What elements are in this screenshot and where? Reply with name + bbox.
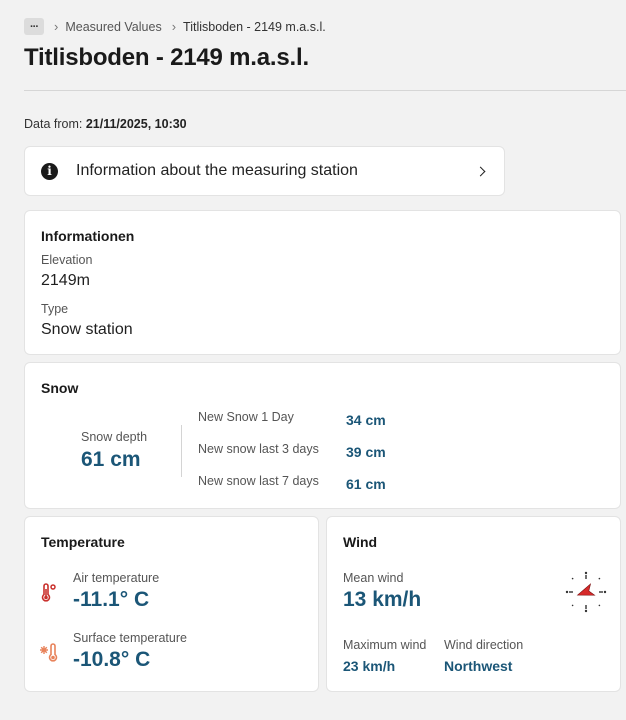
station-info-button[interactable]: i Information about the measuring statio… [24, 146, 505, 196]
chevron-right-icon: › [171, 19, 177, 34]
snow-depth-value: 61 cm [81, 448, 141, 471]
new-snow-1-day-value: 34 cm [346, 412, 386, 428]
temperature-title: Temperature [41, 534, 125, 550]
surface-temperature-label: Surface temperature [73, 631, 187, 645]
chevron-right-icon [475, 166, 486, 176]
station-info-label: Information about the measuring station [76, 162, 358, 179]
breadcrumb-link-measured-values[interactable]: Measured Values [65, 20, 161, 34]
type-value: Snow station [41, 321, 133, 338]
type-label: Type [41, 302, 69, 316]
new-snow-1-day-label: New Snow 1 Day [198, 410, 294, 424]
maximum-wind-value: 23 km/h [343, 658, 396, 674]
breadcrumb-current: Titlisboden - 2149 m.a.s.l. [183, 19, 326, 34]
surface-thermometer-icon [40, 643, 58, 662]
wind-title: Wind [343, 534, 378, 550]
data-from-value: 21/11/2025, 10:30 [85, 117, 187, 131]
thermometer-icon [41, 583, 56, 602]
new-snow-3-days-value: 39 cm [346, 444, 386, 460]
information-title: Informationen [41, 228, 135, 244]
data-timestamp: Data from: 21/11/2025, 10:30 [24, 117, 187, 131]
info-icon: i [41, 162, 58, 180]
wind-card: Wind Mean wind 13 km/h Maximum wind 23 k… [326, 516, 621, 692]
new-snow-7-days-label: New snow last 7 days [198, 474, 319, 488]
information-card: Informationen Elevation 2149m Type Snow … [24, 210, 621, 355]
divider [24, 90, 626, 91]
snow-card: Snow Snow depth 61 cm New Snow 1 Day 34 … [24, 362, 621, 509]
mean-wind-value: 13 km/h [343, 588, 422, 611]
maximum-wind-label: Maximum wind [343, 638, 427, 652]
page-title: Titlisboden - 2149 m.a.s.l. [24, 44, 309, 71]
surface-temperature-value: -10.8° C [73, 648, 151, 671]
wind-direction-value: Northwest [444, 658, 513, 674]
air-temperature-value: -11.1° C [73, 588, 150, 611]
snow-depth-label: Snow depth [81, 430, 148, 444]
temperature-card: Temperature Air temperature -11.1° C Sur… [24, 516, 319, 692]
wind-direction-label: Wind direction [444, 638, 524, 652]
air-temperature-label: Air temperature [73, 571, 160, 585]
chevron-right-icon: › [54, 19, 59, 34]
elevation-label: Elevation [41, 253, 93, 267]
snow-title: Snow [41, 380, 79, 396]
elevation-value: 2149m [41, 272, 90, 289]
snow-divider [181, 425, 182, 477]
wind-direction-compass-icon [565, 571, 607, 613]
mean-wind-label: Mean wind [343, 571, 404, 585]
new-snow-7-days-value: 61 cm [346, 476, 386, 492]
breadcrumb: ··· › Measured Values › Titlisboden - 21… [24, 18, 326, 35]
data-from-label: Data from: [24, 117, 83, 131]
breadcrumb-more-button[interactable]: ··· [24, 18, 44, 35]
new-snow-3-days-label: New snow last 3 days [198, 442, 319, 456]
